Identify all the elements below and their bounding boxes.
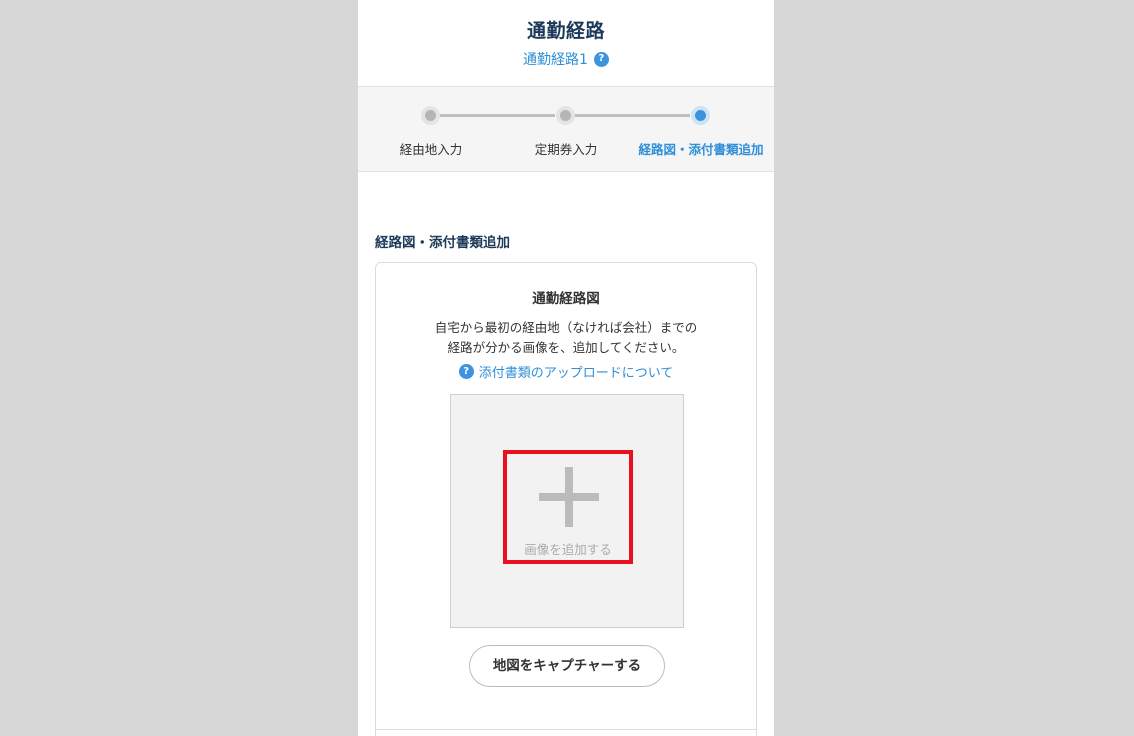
upload-help-link-label: 添付書類のアップロードについて [478,366,674,381]
step-dot-2 [556,106,575,125]
progress-stepper: 経由地入力 定期券入力 経路図・添付書類追加 [358,87,774,172]
card-description: 自宅から最初の経由地（なければ会社）までの 経路が分かる画像を、追加してください… [376,318,756,358]
step-connector-2 [574,114,690,117]
route-name: 通勤経路1 [523,52,588,68]
step-connector-1 [440,114,555,117]
step-dot-1 [421,106,440,125]
description-line-1: 自宅から最初の経由地（なければ会社）までの [434,320,698,335]
step-label-attachments: 経路図・添付書類追加 [638,142,764,157]
route-subtitle: 通勤経路1 ? [358,49,774,69]
help-icon[interactable]: ? [593,51,609,67]
mobile-screen: 通勤経路 通勤経路1 ? 経由地入力 定期券入力 経路図・添付書類追加 経路図・… [358,0,774,736]
route-map-card: 通勤経路図 自宅から最初の経由地（なければ会社）までの 経路が分かる画像を、追加… [375,262,757,736]
question-circle-icon: ? [458,364,474,379]
section-title: 経路図・添付書類追加 [375,235,510,251]
step-dot-3 [691,106,710,125]
upload-help-link[interactable]: ? 添付書類のアップロードについて [376,362,756,381]
add-image-label: 画像を追加する [524,542,612,557]
page-header: 通勤経路 通勤経路1 ? [358,0,774,87]
page-title: 通勤経路 [526,20,605,42]
description-line-2: 経路が分かる画像を、追加してください。 [447,340,685,355]
add-image-button[interactable]: 画像を追加する [503,450,633,564]
plus-icon [539,467,599,527]
step-label-waypoints: 経由地入力 [399,142,463,157]
image-dropzone[interactable]: 画像を追加する [450,394,684,628]
card-divider [376,729,756,730]
card-title: 通勤経路図 [532,291,600,307]
step-label-commuter-pass: 定期券入力 [534,142,598,157]
capture-map-button[interactable]: 地図をキャプチャーする [469,645,665,687]
